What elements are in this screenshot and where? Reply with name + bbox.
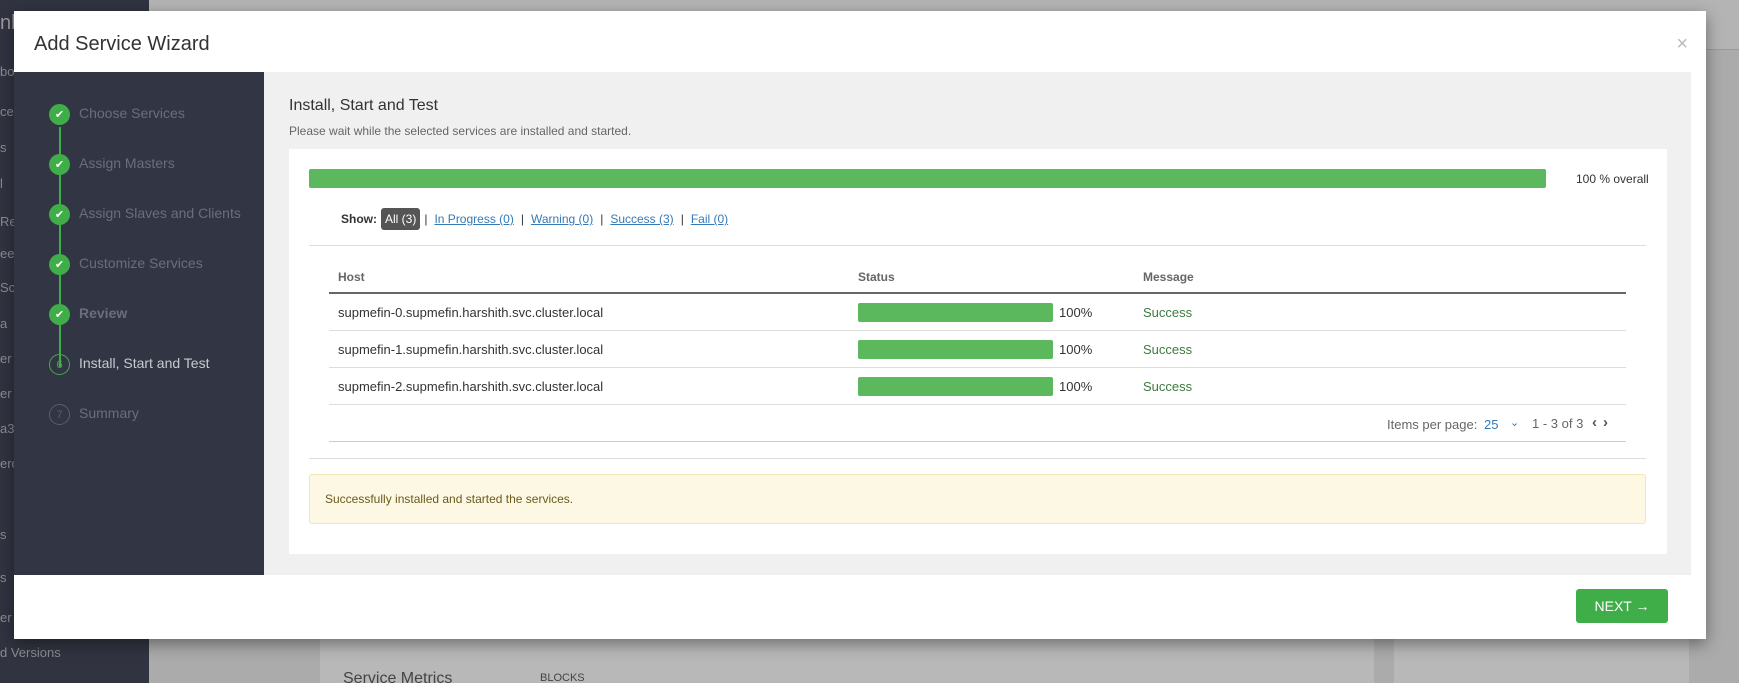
step-label: Summary: [79, 405, 139, 421]
column-message: Message: [1143, 270, 1194, 284]
step-label: Install, Start and Test: [79, 355, 210, 371]
table-row: supmefin-1.supmefin.harshith.svc.cluster…: [329, 331, 1626, 368]
page-subtitle: Please wait while the selected services …: [289, 124, 632, 138]
check-icon: ✔: [49, 254, 70, 275]
step-label: Assign Masters: [79, 155, 175, 171]
step-assign-slaves-and-clients[interactable]: ✔ Assign Slaves and Clients: [49, 204, 259, 244]
step-label: Review: [79, 305, 128, 321]
filter-separator: |: [600, 212, 604, 226]
modal-footer: NEXT →: [14, 575, 1706, 639]
host-name: supmefin-2.supmefin.harshith.svc.cluster…: [338, 379, 604, 394]
check-icon: ✔: [49, 154, 70, 175]
column-status: Status: [858, 270, 895, 284]
host-status-message[interactable]: Success: [1143, 305, 1192, 320]
overall-progress-label: 100 % overall: [1576, 172, 1649, 186]
step-number: 7: [49, 404, 70, 425]
check-icon: ✔: [49, 304, 70, 325]
host-status-message[interactable]: Success: [1143, 342, 1192, 357]
filter-warning[interactable]: Warning (0): [531, 212, 593, 226]
host-progress-fill: [858, 377, 1053, 396]
check-icon: ✔: [49, 204, 70, 225]
host-progress-bar: [858, 303, 1053, 322]
host-name: supmefin-0.supmefin.harshith.svc.cluster…: [338, 305, 604, 320]
filter-success[interactable]: Success (3): [610, 212, 673, 226]
host-progress-percent: 100%: [1059, 379, 1093, 394]
table-row: supmefin-0.supmefin.harshith.svc.cluster…: [329, 294, 1626, 331]
items-per-page-label: Items per page:: [1387, 417, 1478, 432]
host-progress-percent: 100%: [1059, 305, 1093, 320]
hosts-table: Host Status Message supmefin-0.supmefin.…: [329, 259, 1626, 405]
background-nav-item: d Versions: [0, 645, 61, 660]
wizard-steps-nav: ✔ Choose Services ✔ Assign Masters ✔ Ass…: [14, 72, 264, 575]
page-title: Install, Start and Test: [289, 97, 439, 114]
wizard-content: Install, Start and Test Please wait whil…: [264, 72, 1691, 575]
filter-separator: |: [424, 212, 428, 226]
host-progress-fill: [858, 303, 1053, 322]
step-review[interactable]: ✔ Review: [49, 304, 259, 344]
step-choose-services[interactable]: ✔ Choose Services: [49, 104, 259, 144]
filter-all[interactable]: All (3): [381, 208, 421, 230]
step-number: 6: [49, 354, 70, 375]
host-status-message[interactable]: Success: [1143, 379, 1192, 394]
filter-fail[interactable]: Fail (0): [691, 212, 728, 226]
check-icon: ✔: [49, 104, 70, 125]
chevron-right-icon[interactable]: ›: [1603, 414, 1608, 431]
column-host: Host: [338, 270, 365, 284]
close-icon[interactable]: ×: [1676, 33, 1688, 56]
chevron-down-icon[interactable]: ⌄: [1510, 416, 1519, 429]
host-progress-fill: [858, 340, 1053, 359]
filter-in-progress[interactable]: In Progress (0): [434, 212, 513, 226]
filter-separator: |: [520, 212, 524, 226]
table-row: supmefin-2.supmefin.harshith.svc.cluster…: [329, 368, 1626, 405]
modal-title: Add Service Wizard: [34, 33, 210, 55]
page-range: 1 - 3 of 3: [1532, 416, 1584, 431]
host-name: supmefin-1.supmefin.harshith.svc.cluster…: [338, 342, 604, 357]
overall-progress-fill: [309, 169, 1546, 188]
install-panel: 100 % overall Show: All (3) | In Progres…: [289, 149, 1667, 554]
filter-separator: |: [680, 212, 684, 226]
overall-progress-bar: [309, 169, 1546, 188]
step-summary: 7 Summary: [49, 404, 259, 444]
background-panel-title: Service Metrics: [343, 670, 453, 683]
pagination: Items per page: 25 ⌄ 1 - 3 of 3 ‹ ›: [329, 406, 1626, 442]
step-label: Choose Services: [79, 105, 185, 121]
modal-header: Add Service Wizard ×: [14, 11, 1706, 72]
host-progress-bar: [858, 340, 1053, 359]
next-button[interactable]: NEXT →: [1576, 589, 1668, 623]
add-service-wizard-modal: Add Service Wizard × ✔ Choose Services ✔…: [14, 11, 1706, 639]
step-assign-masters[interactable]: ✔ Assign Masters: [49, 154, 259, 194]
divider: [309, 245, 1646, 246]
host-progress-percent: 100%: [1059, 342, 1093, 357]
filter-show-label: Show:: [341, 212, 377, 226]
divider: [309, 458, 1646, 459]
step-label: Customize Services: [79, 255, 203, 271]
items-per-page-select[interactable]: 25: [1484, 417, 1498, 432]
chevron-left-icon[interactable]: ‹: [1592, 414, 1597, 431]
step-label: Assign Slaves and Clients: [79, 205, 241, 221]
step-install-start-test[interactable]: 6 Install, Start and Test: [49, 354, 259, 394]
table-header: Host Status Message: [329, 259, 1626, 294]
step-customize-services[interactable]: ✔ Customize Services: [49, 254, 259, 294]
background-panel-subtitle: BLOCKS: [540, 672, 585, 683]
status-filter: Show: All (3) | In Progress (0) | Warnin…: [341, 208, 728, 230]
success-alert: Successfully installed and started the s…: [309, 474, 1646, 524]
host-progress-bar: [858, 377, 1053, 396]
